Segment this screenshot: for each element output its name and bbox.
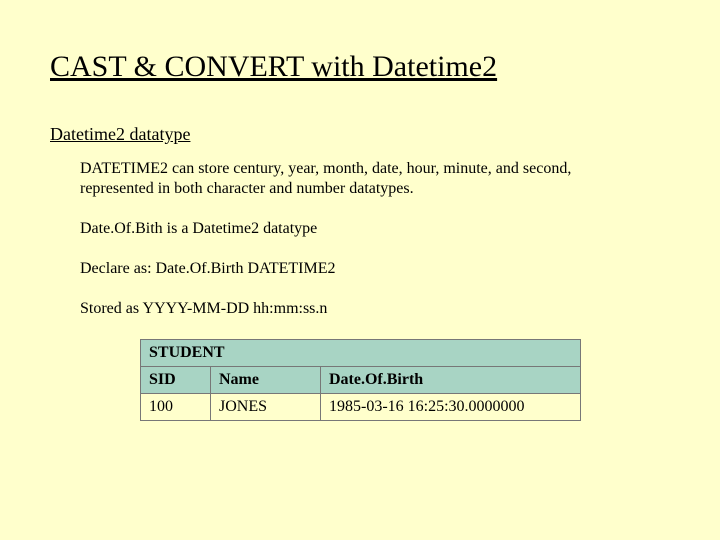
section-subhead: Datetime2 datatype (50, 124, 670, 145)
col-name-header: Name (211, 367, 321, 394)
example-paragraph: Date.Of.Bith is a Datetime2 datatype (80, 219, 640, 239)
table-title-row: STUDENT (141, 340, 581, 367)
table-caption: STUDENT (141, 340, 581, 367)
page-title: CAST & CONVERT with Datetime2 (50, 50, 670, 84)
table-row: 100 JONES 1985-03-16 16:25:30.0000000 (141, 394, 581, 421)
table-wrap: STUDENT SID Name Date.Of.Birth 100 JONES… (140, 339, 670, 421)
col-sid-header: SID (141, 367, 211, 394)
table-header-row: SID Name Date.Of.Birth (141, 367, 581, 394)
cell-sid: 100 (141, 394, 211, 421)
description-paragraph: DATETIME2 can store century, year, month… (80, 159, 640, 199)
stored-paragraph: Stored as YYYY-MM-DD hh:mm:ss.n (80, 299, 640, 319)
declare-paragraph: Declare as: Date.Of.Birth DATETIME2 (80, 259, 640, 279)
col-dob-header: Date.Of.Birth (321, 367, 581, 394)
cell-dob: 1985-03-16 16:25:30.0000000 (321, 394, 581, 421)
slide: CAST & CONVERT with Datetime2 Datetime2 … (0, 0, 720, 540)
cell-name: JONES (211, 394, 321, 421)
student-table: STUDENT SID Name Date.Of.Birth 100 JONES… (140, 339, 581, 421)
